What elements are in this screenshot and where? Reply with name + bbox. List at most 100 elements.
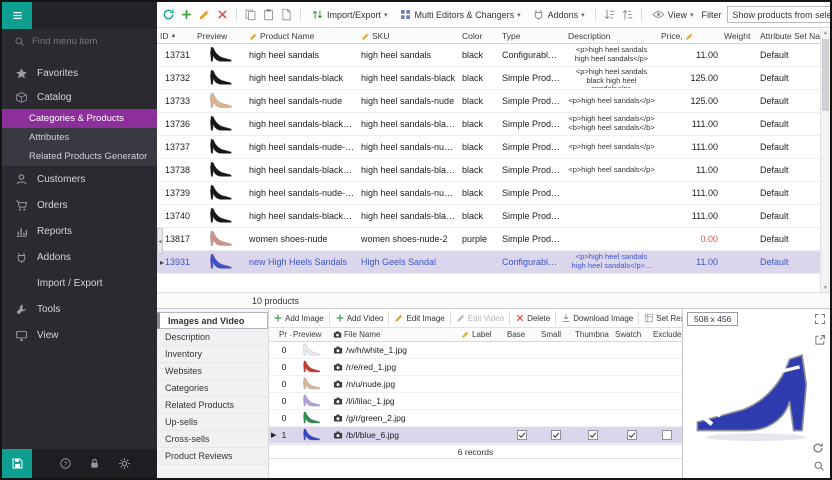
tab-websites[interactable]: Websites bbox=[157, 363, 268, 380]
sidebar-item-reports[interactable]: Reports bbox=[2, 218, 157, 244]
sort-descending-icon[interactable] bbox=[621, 8, 634, 21]
sidebar-item-import-export[interactable]: Import / Export bbox=[2, 270, 157, 296]
fullscreen-icon[interactable] bbox=[814, 313, 826, 325]
vertical-scrollbar[interactable]: ▲ ▼ bbox=[820, 29, 830, 292]
scroll-down-arrow[interactable]: ▼ bbox=[821, 285, 830, 291]
product-row[interactable]: ▸13738high heel sandals-black-37high hee… bbox=[157, 159, 820, 182]
sort-ascending-icon[interactable] bbox=[603, 8, 616, 21]
edit-image-button[interactable]: Edit Image bbox=[394, 313, 444, 323]
small-checkbox[interactable] bbox=[551, 430, 561, 440]
product-row[interactable]: ▸13740high heel sandals-black-38high hee… bbox=[157, 205, 820, 228]
tab-cross-sells[interactable]: Cross-sells bbox=[157, 431, 268, 448]
col-header-file-name[interactable]: File Name bbox=[331, 330, 459, 339]
col-header-small[interactable]: Small bbox=[539, 330, 573, 339]
add-product-button[interactable] bbox=[180, 8, 193, 21]
col-header-label[interactable]: Label bbox=[459, 330, 505, 339]
tab-description[interactable]: Description bbox=[157, 329, 268, 346]
col-header-base[interactable]: Base bbox=[505, 330, 539, 339]
download-image-button[interactable]: Download Image bbox=[561, 313, 633, 323]
col-header-id[interactable]: ID▲ bbox=[157, 31, 194, 41]
sidebar-search-input[interactable]: Find menu item bbox=[2, 29, 157, 53]
sidebar-item-view[interactable]: View bbox=[2, 322, 157, 348]
category-filter-select[interactable]: Show products from selected categories ▾ bbox=[727, 6, 830, 23]
product-row[interactable]: ▸13736high heel sandals-black-36high hee… bbox=[157, 113, 820, 136]
gear-icon[interactable] bbox=[118, 457, 131, 470]
multi-editors-menu[interactable]: Multi Editors & Changers ▾ bbox=[396, 6, 524, 23]
sidebar-item-catalog[interactable]: Catalog bbox=[2, 85, 157, 109]
help-icon[interactable]: ? bbox=[59, 457, 72, 470]
col-header-preview[interactable]: Preview bbox=[194, 31, 246, 41]
image-row[interactable]: 0/n/u/nude.jpg bbox=[269, 376, 682, 393]
sidebar-item-orders[interactable]: Orders bbox=[2, 192, 157, 218]
sidebar-item-attributes[interactable]: Attributes bbox=[2, 128, 157, 147]
edit-product-button[interactable] bbox=[198, 8, 211, 21]
image-row[interactable]: 0/g/r/green_2.jpg bbox=[269, 410, 682, 427]
image-file-name: /g/r/green_2.jpg bbox=[331, 413, 459, 423]
view-menu[interactable]: View ▾ bbox=[649, 6, 697, 23]
camera-icon bbox=[333, 345, 343, 355]
col-header-swatch[interactable]: Swatch bbox=[613, 330, 651, 339]
product-row[interactable]: ▸13732high heel sandals-blackhigh heel s… bbox=[157, 67, 820, 90]
tab-up-sells[interactable]: Up-sells bbox=[157, 414, 268, 431]
copy-icon[interactable] bbox=[244, 8, 257, 21]
addons-menu[interactable]: Addons ▾ bbox=[529, 6, 588, 23]
zoom-icon[interactable] bbox=[813, 460, 825, 472]
tab-related-products[interactable]: Related Products bbox=[157, 397, 268, 414]
product-thumbnail bbox=[194, 69, 246, 87]
col-header-type[interactable]: Type bbox=[499, 31, 565, 41]
product-row[interactable]: ▸13737high heel sandals-nude-36high heel… bbox=[157, 136, 820, 159]
swatch-checkbox[interactable] bbox=[627, 430, 637, 440]
reset-zoom-icon[interactable] bbox=[812, 442, 824, 454]
product-row[interactable]: ▸13731high heel sandalshigh heel sandals… bbox=[157, 44, 820, 67]
paste-icon[interactable] bbox=[262, 8, 275, 21]
product-type: Configurable Product bbox=[499, 50, 565, 60]
add-image-button[interactable]: Add Image bbox=[273, 313, 324, 323]
product-row[interactable]: ▸13931new High Heels SandalsHigh Geels S… bbox=[157, 251, 820, 274]
image-row[interactable]: 0/l/i/lilac_1.jpg bbox=[269, 393, 682, 410]
add-video-button[interactable]: Add Video bbox=[335, 313, 384, 323]
document-icon[interactable] bbox=[280, 8, 293, 21]
detail-tabs: Images and VideoDescriptionInventoryWebs… bbox=[157, 309, 269, 478]
exclude-checkbox[interactable] bbox=[662, 430, 672, 440]
menu-toggle-button[interactable] bbox=[2, 2, 32, 29]
tab-categories[interactable]: Categories bbox=[157, 380, 268, 397]
image-row[interactable]: 0/w/h/white_1.jpg bbox=[269, 342, 682, 359]
lock-icon[interactable] bbox=[88, 457, 101, 470]
scroll-up-arrow[interactable]: ▲ bbox=[821, 30, 830, 36]
product-row[interactable]: ▸13817women shoes-nudewomen shoes-nude-2… bbox=[157, 228, 820, 251]
refresh-button[interactable] bbox=[162, 8, 175, 21]
panel-collapse-handle[interactable]: ◂ bbox=[157, 228, 163, 254]
col-header-thumbna[interactable]: Thumbna bbox=[573, 330, 613, 339]
col-header-price[interactable]: Price, bbox=[658, 31, 721, 41]
tab-product-reviews[interactable]: Product Reviews bbox=[157, 448, 268, 465]
sidebar-item-categories-products[interactable]: Categories & Products bbox=[2, 109, 157, 128]
delete-product-button[interactable] bbox=[216, 8, 229, 21]
col-header-preview[interactable]: Preview bbox=[291, 330, 331, 339]
col-header-sku[interactable]: SKU bbox=[358, 31, 459, 41]
col-header-description[interactable]: Description bbox=[565, 31, 658, 41]
thumbnail-checkbox[interactable] bbox=[588, 430, 598, 440]
sidebar-item-related-products-generator[interactable]: Related Products Generator bbox=[2, 147, 157, 166]
save-button[interactable] bbox=[2, 449, 32, 478]
sidebar-item-favorites[interactable]: Favorites bbox=[2, 61, 157, 85]
col-header-color[interactable]: Color bbox=[459, 31, 499, 41]
image-row[interactable]: 0/r/e/red_1.jpg bbox=[269, 359, 682, 376]
col-header-pr[interactable]: Pr▲ bbox=[277, 330, 291, 339]
set-resize-rule-button[interactable]: Set Resize Rule▾ bbox=[644, 313, 682, 323]
tab-inventory[interactable]: Inventory bbox=[157, 346, 268, 363]
col-header-attribute-set-name[interactable]: Attribute Set Name bbox=[757, 31, 820, 41]
base-checkbox[interactable] bbox=[517, 430, 527, 440]
sidebar-item-tools[interactable]: Tools bbox=[2, 296, 157, 322]
scrollbar-thumb[interactable] bbox=[822, 39, 829, 111]
col-header-weight[interactable]: Weight bbox=[721, 31, 757, 41]
col-header-product-name[interactable]: Product Name bbox=[246, 31, 358, 41]
sidebar-item-addons[interactable]: Addons bbox=[2, 244, 157, 270]
delete-image-button[interactable]: Delete bbox=[515, 313, 550, 323]
product-row[interactable]: ▸13733high heel sandals-nudehigh heel sa… bbox=[157, 90, 820, 113]
product-row[interactable]: ▸13739high heel sandals-nude-37high heel… bbox=[157, 182, 820, 205]
sidebar-item-customers[interactable]: Customers bbox=[2, 166, 157, 192]
import-export-menu[interactable]: Import/Export ▾ bbox=[308, 6, 391, 23]
tab-images-and-video[interactable]: Images and Video bbox=[157, 312, 268, 329]
col-header-exclude[interactable]: Exclude bbox=[651, 330, 682, 339]
image-row[interactable]: ▶1/b/l/blue_6.jpg bbox=[269, 427, 682, 444]
